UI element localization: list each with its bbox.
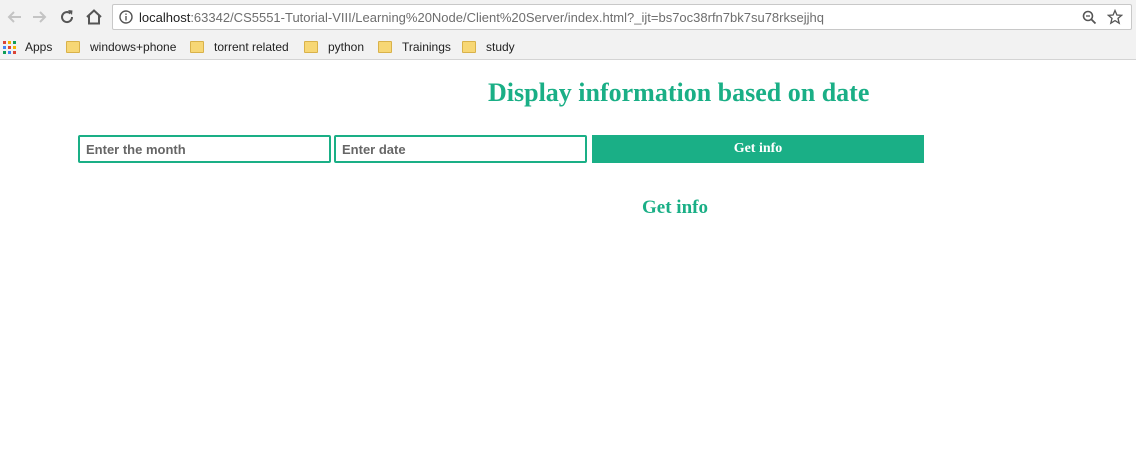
browser-toolbar: localhost:63342/CS5551-Tutorial-VIII/Lea… (0, 0, 1136, 34)
back-button[interactable] (2, 4, 28, 30)
bookmark-torrent-related[interactable]: torrent related (190, 38, 289, 56)
info-icon[interactable] (119, 10, 133, 24)
url-path: :63342/CS5551-Tutorial-VIII/Learning%20N… (190, 10, 824, 25)
folder-icon (66, 41, 80, 53)
bookmark-label: Apps (25, 40, 53, 54)
bookmark-apps[interactable]: Apps (3, 38, 52, 56)
folder-icon (378, 41, 392, 53)
address-bar[interactable]: localhost:63342/CS5551-Tutorial-VIII/Lea… (112, 4, 1132, 30)
bookmark-label: study (486, 40, 515, 54)
star-icon[interactable] (1107, 9, 1123, 25)
bookmark-windows-phone[interactable]: windows+phone (66, 38, 176, 56)
zoom-icon[interactable] (1082, 10, 1097, 25)
bookmark-label: windows+phone (90, 40, 177, 54)
arrow-left-icon (7, 11, 21, 23)
forward-button[interactable] (26, 4, 52, 30)
bookmarks-bar: Apps windows+phone torrent related pytho… (0, 34, 1136, 60)
bookmark-python[interactable]: python (304, 38, 364, 56)
folder-icon (462, 41, 476, 53)
bookmark-label: Trainings (402, 40, 451, 54)
url-host: localhost (139, 10, 191, 25)
date-input[interactable] (334, 135, 587, 163)
result-heading: Get info (642, 197, 708, 218)
folder-icon (190, 41, 204, 53)
reload-button[interactable] (54, 4, 80, 30)
folder-icon (304, 41, 318, 53)
apps-grid-icon (3, 40, 16, 54)
month-input[interactable] (78, 135, 331, 163)
bookmark-label: python (328, 40, 365, 54)
bookmark-trainings[interactable]: Trainings (378, 38, 451, 56)
reload-icon (61, 10, 74, 24)
home-button[interactable] (81, 4, 107, 30)
home-icon (86, 9, 102, 25)
page-title: Display information based on date (488, 78, 870, 107)
bookmark-study[interactable]: study (462, 38, 515, 56)
bookmark-label: torrent related (214, 40, 289, 54)
arrow-right-icon (33, 11, 47, 23)
get-info-button[interactable]: Get info (592, 135, 924, 163)
url-text[interactable]: localhost:63342/CS5551-Tutorial-VIII/Lea… (139, 10, 824, 25)
